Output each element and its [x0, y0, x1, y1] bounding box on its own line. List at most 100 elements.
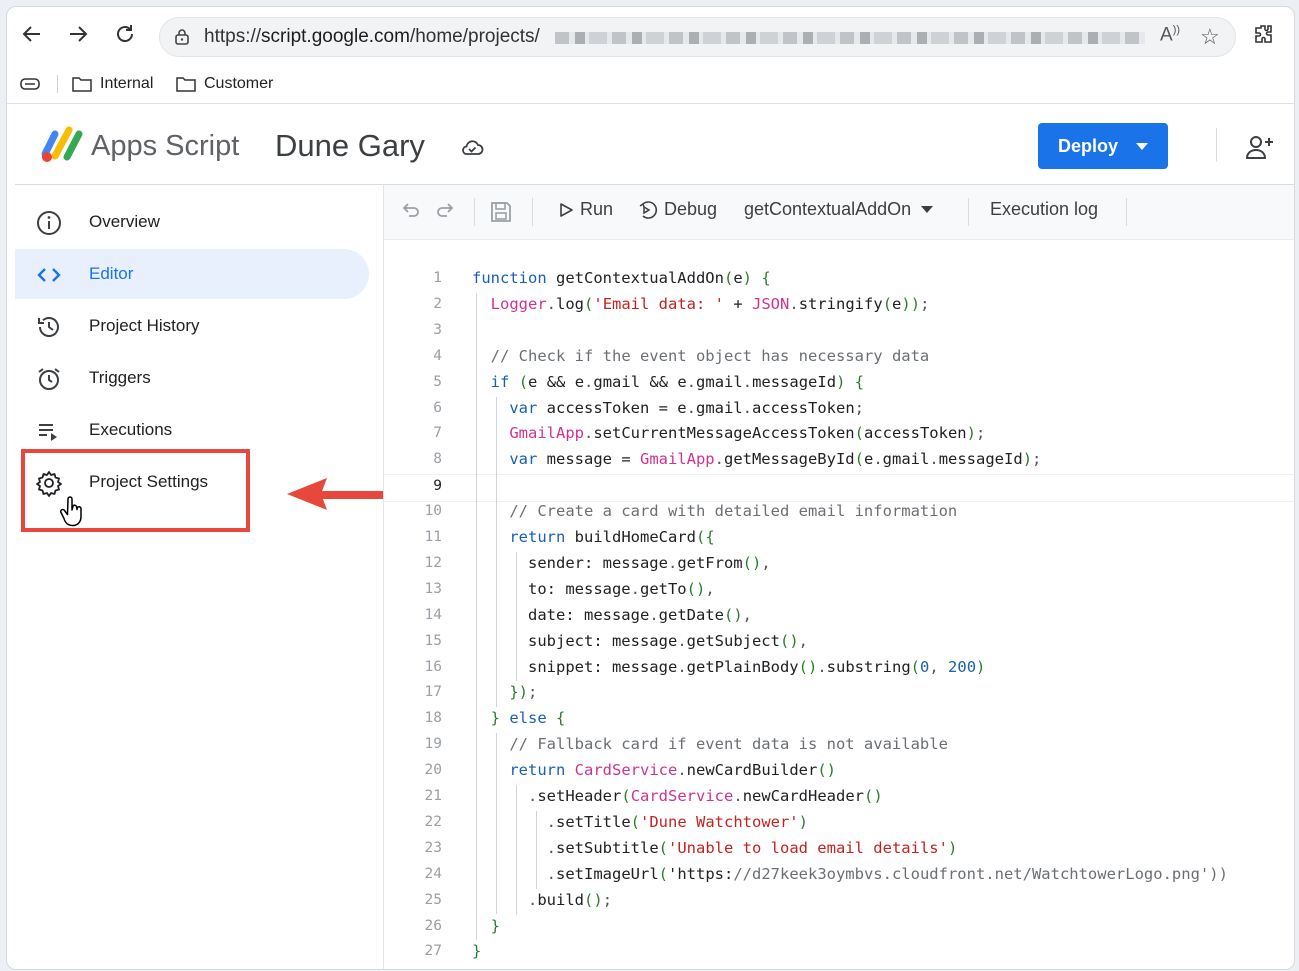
code-line[interactable]: 3	[384, 319, 1294, 345]
toolbar-divider	[532, 198, 533, 226]
app-name[interactable]: Apps Script	[91, 130, 239, 163]
line-number: 22	[424, 813, 442, 830]
sidebar-item-overview[interactable]: Overview	[15, 197, 369, 247]
code-text: } else {	[490, 709, 566, 728]
code-line[interactable]: 17 });	[384, 681, 1294, 707]
deploy-label: Deploy	[1058, 136, 1119, 156]
debug-button[interactable]: Debug	[638, 199, 717, 220]
save-button[interactable]	[488, 199, 514, 225]
sidebar: Overview Editor Project History Triggers…	[15, 185, 383, 969]
read-aloud-icon[interactable]: A))	[1160, 24, 1180, 46]
editor-toolbar: Run Debug getContextualAddOn Execution l…	[384, 185, 1294, 240]
code-line[interactable]: 6 var accessToken = e.gmail.accessToken;	[384, 397, 1294, 423]
code-line[interactable]: 1 function getContextualAddOn(e) {	[384, 267, 1294, 293]
url-path: /home/projects/	[409, 26, 540, 47]
executions-icon	[39, 424, 57, 441]
line-number: 21	[424, 788, 442, 804]
line-number: 4	[433, 347, 442, 364]
back-button[interactable]	[17, 19, 47, 49]
indent-guide	[496, 733, 497, 915]
code-line[interactable]: 16 snippet: message.getPlainBody().subst…	[384, 656, 1294, 682]
undo-button[interactable]	[400, 199, 422, 221]
code-line[interactable]: 21 .setHeader(CardService.newCardHeader(…	[384, 785, 1294, 811]
code-text: return CardService.newCardBuilder()	[509, 761, 837, 780]
execution-log-label: Execution log	[990, 199, 1099, 219]
code-line[interactable]: 20 return CardService.newCardBuilder()	[384, 759, 1294, 785]
play-icon	[560, 202, 573, 217]
line-number: 18	[424, 710, 442, 727]
code-text: });	[509, 683, 538, 702]
undo-icon	[402, 203, 419, 217]
alarm-icon	[38, 368, 60, 390]
debug-icon	[639, 200, 658, 219]
code-text: // Fallback card if event data is not av…	[509, 735, 948, 754]
caret-down-icon	[921, 206, 934, 213]
function-select-value: getContextualAddOn	[744, 199, 912, 219]
code-line[interactable]: 2 Logger.log('Email data: ' + JSON.strin…	[384, 293, 1294, 319]
code-line[interactable]: 9	[384, 474, 1294, 503]
code-line[interactable]: 15 subject: message.getSubject(),	[384, 630, 1294, 656]
bookmark-folder-customer[interactable]: Customer	[175, 71, 273, 97]
sidebar-item-project-history[interactable]: Project History	[15, 301, 369, 351]
history-icon	[38, 317, 59, 337]
line-number: 19	[424, 736, 442, 753]
code-line[interactable]: 25 .build();	[384, 889, 1294, 915]
line-number: 8	[433, 451, 442, 468]
sidebar-item-executions[interactable]: Executions	[15, 405, 369, 455]
code-line[interactable]: 4 // Check if the event object has neces…	[384, 345, 1294, 371]
run-button[interactable]: Run	[558, 199, 613, 220]
code-line[interactable]: 13 to: message.getTo(),	[384, 578, 1294, 604]
info-icon	[37, 211, 61, 235]
bookmarks-icon	[20, 78, 40, 90]
code-line[interactable]: 18 } else {	[384, 707, 1294, 733]
line-number: 26	[424, 917, 442, 934]
extensions-icon[interactable]	[1252, 23, 1276, 47]
indent-guide	[516, 551, 517, 682]
app-header: Apps Script Dune Gary Deploy	[15, 104, 1294, 185]
line-number: 9	[433, 478, 442, 495]
code-line[interactable]: 5 if (e && e.gmail && e.gmail.messageId)…	[384, 371, 1294, 397]
address-bar[interactable]: https://script.google.com/home/projects/…	[159, 17, 1236, 57]
code-line[interactable]: 11 return buildHomeCard({	[384, 526, 1294, 552]
indent-guide	[536, 810, 537, 889]
bookmark-folder-internal[interactable]: Internal	[71, 71, 153, 97]
code-line[interactable]: 26 }	[384, 915, 1294, 941]
star-icon[interactable]: ☆	[1200, 24, 1220, 50]
code-line[interactable]: 23 .setSubtitle('Unable to load email de…	[384, 837, 1294, 863]
function-select[interactable]: getContextualAddOn	[744, 199, 934, 220]
code-line[interactable]: 12 sender: message.getFrom(),	[384, 552, 1294, 578]
url-text: https://script.google.com/home/projects/	[204, 26, 540, 48]
apps-script-logo[interactable]	[39, 124, 85, 164]
sidebar-item-editor[interactable]: Editor	[15, 249, 369, 299]
arrow-left-icon	[22, 26, 40, 42]
deploy-button[interactable]: Deploy	[1038, 123, 1168, 169]
line-number: 20	[424, 762, 442, 779]
bookmarks-menu-button[interactable]	[19, 71, 41, 97]
line-number: 11	[424, 529, 442, 545]
sidebar-item-label: Overview	[89, 212, 160, 231]
forward-button[interactable]	[63, 19, 93, 49]
folder-icon	[72, 77, 92, 92]
code-line[interactable]: 19 // Fallback card if event data is not…	[384, 733, 1294, 759]
execution-log-button[interactable]: Execution log	[990, 199, 1098, 220]
browser-toolbar: https://script.google.com/home/projects/…	[7, 7, 1294, 65]
reload-icon	[117, 25, 133, 42]
sidebar-item-triggers[interactable]: Triggers	[15, 353, 369, 403]
code-text: }	[472, 942, 482, 961]
code-line[interactable]: 22 .setTitle('Dune Watchtower')	[384, 811, 1294, 837]
code-line[interactable]: 27}	[384, 940, 1294, 966]
line-number: 10	[424, 503, 442, 520]
site-info-icon[interactable]	[172, 27, 192, 47]
code-text: var accessToken = e.gmail.accessToken;	[509, 398, 864, 417]
code-line[interactable]: 10 // Create a card with detailed email …	[384, 500, 1294, 526]
add-person-icon[interactable]	[1245, 134, 1275, 160]
project-title[interactable]: Dune Gary	[275, 128, 425, 164]
reload-button[interactable]	[110, 19, 140, 49]
sidebar-item-label: Project History	[89, 316, 200, 335]
code-line[interactable]: 24 .setImageUrl('https://d27keek3oymbvs.…	[384, 863, 1294, 889]
code-line[interactable]: 14 date: message.getDate(),	[384, 604, 1294, 630]
code-text: snippet: message.getPlainBody().substrin…	[472, 657, 986, 676]
code-line[interactable]: 8 var message = GmailApp.getMessageById(…	[384, 448, 1294, 474]
code-line[interactable]: 7 GmailApp.setCurrentMessageAccessToken(…	[384, 422, 1294, 448]
redo-button[interactable]	[434, 199, 456, 221]
